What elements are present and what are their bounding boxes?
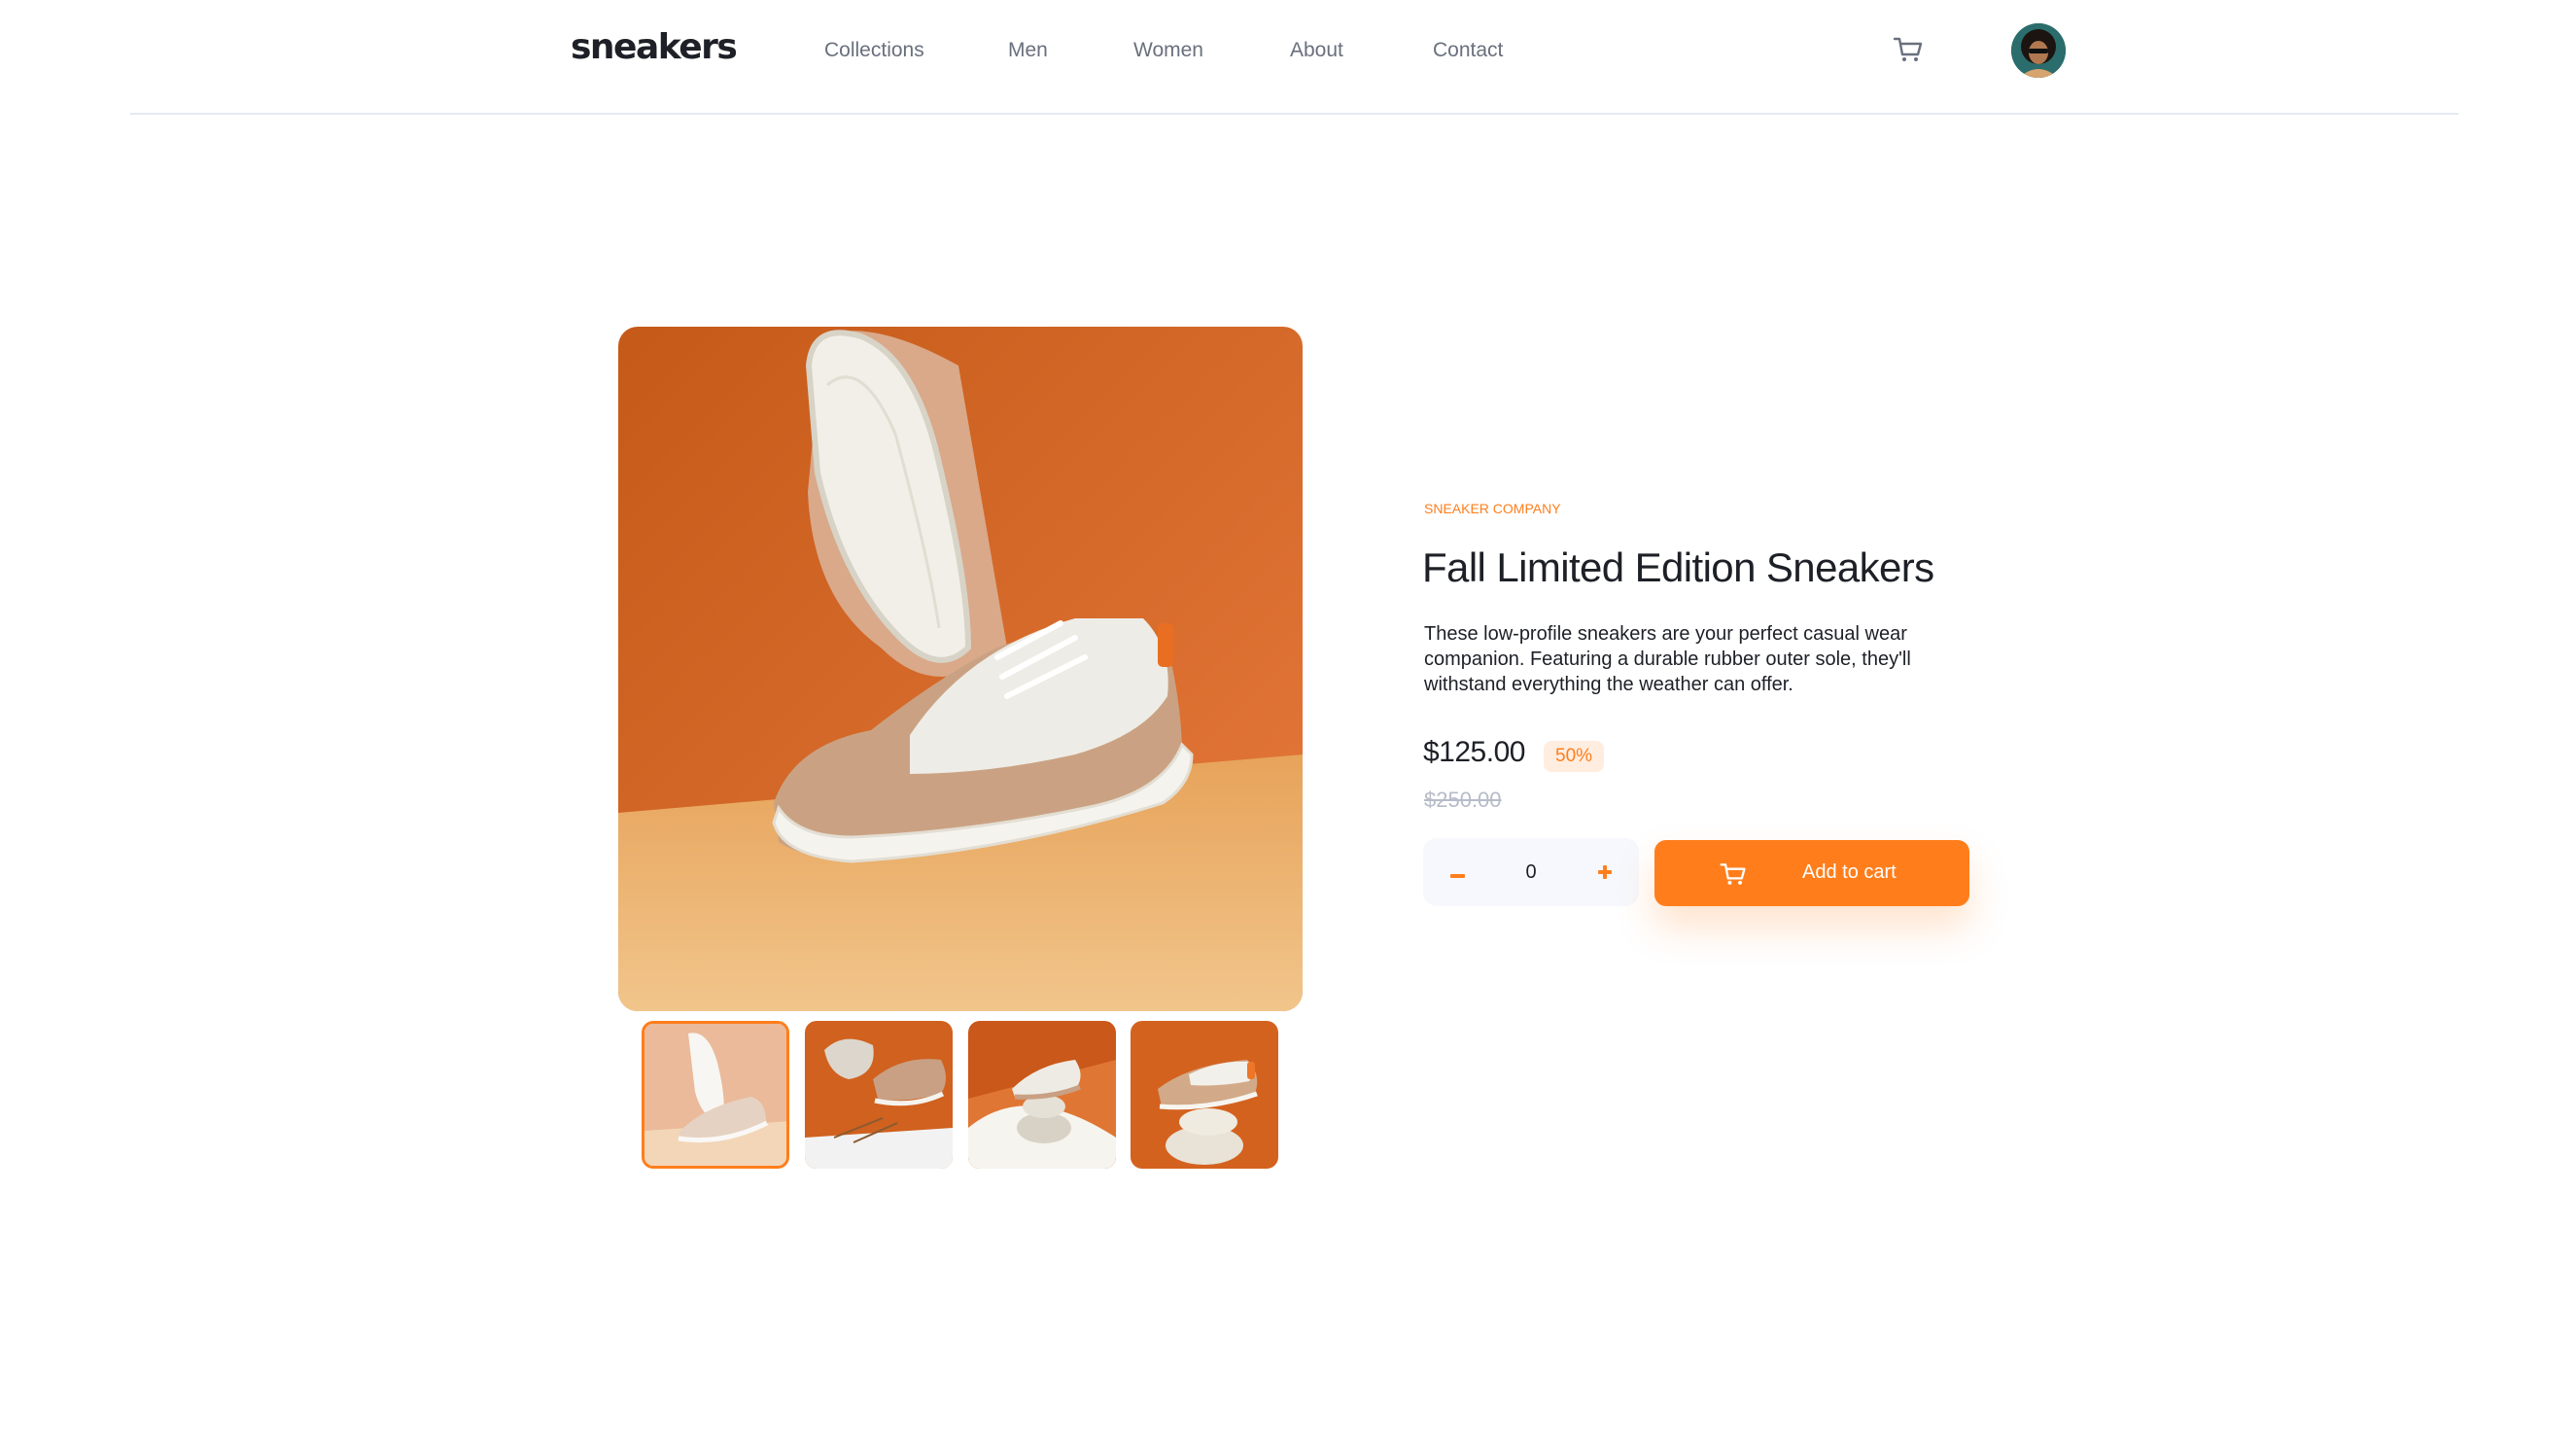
add-to-cart-label: Add to cart <box>1802 861 1897 883</box>
product-main-image[interactable] <box>618 327 1303 1011</box>
logo[interactable]: sneakers <box>571 27 738 67</box>
cart-icon[interactable] <box>1892 33 1925 66</box>
product-title: Fall Limited Edition Sneakers <box>1422 544 1934 590</box>
add-to-cart-button[interactable]: Add to cart <box>1654 840 1969 906</box>
thumbnail-4[interactable] <box>1131 1021 1278 1169</box>
cart-icon <box>1719 859 1748 889</box>
original-price: $250.00 <box>1424 788 1502 812</box>
quantity-stepper: 0 <box>1423 838 1639 906</box>
nav-women[interactable]: Women <box>1133 39 1203 62</box>
avatar[interactable] <box>2011 23 2066 78</box>
nav-men[interactable]: Men <box>1008 39 1048 62</box>
thumbnail-2[interactable] <box>805 1021 953 1169</box>
nav-collections[interactable]: Collections <box>824 39 924 62</box>
thumbnail-strip <box>642 1021 1279 1169</box>
current-price: $125.00 <box>1423 736 1525 768</box>
discount-badge: 50% <box>1544 741 1605 772</box>
thumbnail-3[interactable] <box>968 1021 1116 1169</box>
product-description: These low-profile sneakers are your perf… <box>1424 623 1911 695</box>
quantity-value: 0 <box>1525 861 1537 883</box>
company-label: SNEAKER COMPANY <box>1424 501 1561 516</box>
site-header: sneakers Collections Men Women About Con… <box>0 0 2576 115</box>
minus-icon[interactable] <box>1423 838 1491 906</box>
plus-icon[interactable] <box>1571 838 1639 906</box>
nav-contact[interactable]: Contact <box>1433 39 1503 62</box>
nav-about[interactable]: About <box>1290 39 1343 62</box>
header-divider <box>130 113 2458 115</box>
thumbnail-1[interactable] <box>642 1021 789 1169</box>
